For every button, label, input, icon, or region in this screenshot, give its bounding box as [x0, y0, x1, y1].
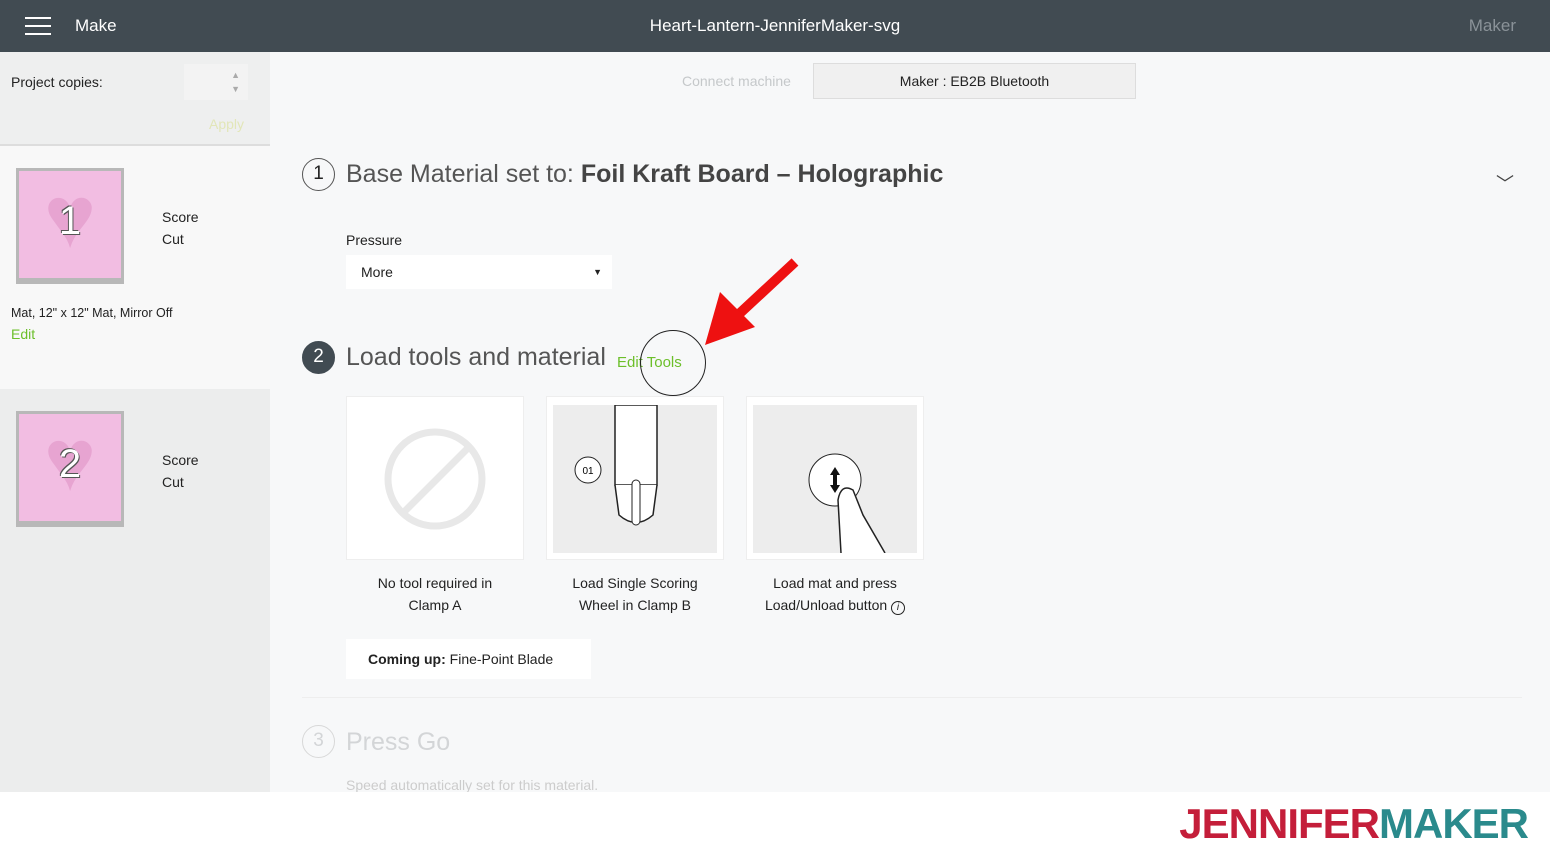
tool-card-clamp-b: 01	[546, 396, 724, 560]
project-copies-panel: Project copies: ▲ ▼ Apply	[0, 52, 270, 146]
coming-up-panel: Coming up: Fine-Point Blade	[346, 639, 591, 679]
speed-note: Speed automatically set for this materia…	[346, 777, 599, 793]
mat-thumbnail[interactable]: ♥ 1	[16, 168, 124, 284]
connect-machine-label: Connect machine	[682, 73, 791, 89]
pressure-select[interactable]: More ▼	[346, 255, 612, 289]
stepper-down-icon[interactable]: ▼	[231, 84, 240, 94]
main-panel: Connect machine Maker : EB2B Bluetooth 1…	[270, 52, 1550, 793]
tool-caption: Load mat and press Load/Unload button i	[735, 572, 935, 616]
mat-item-2[interactable]: ♥ 2 Score Cut	[0, 389, 270, 539]
project-title: Heart-Lantern-JenniferMaker-svg	[649, 16, 901, 35]
no-tool-icon	[384, 428, 486, 530]
tool-card-load-mat	[746, 396, 924, 560]
stepper-up-icon[interactable]: ▲	[231, 70, 240, 80]
copies-label: Project copies:	[11, 74, 103, 90]
mat-item-1[interactable]: ♥ 1 Score Cut Mat, 12" x 12" Mat, Mirror O…	[0, 146, 270, 389]
top-bar: Make Heart-Lantern-JenniferMaker-svg Mak…	[0, 0, 1550, 52]
mat-thumbnail[interactable]: ♥ 2	[16, 411, 124, 527]
tool-card-clamp-a	[346, 396, 524, 560]
step-1-badge: 1	[302, 158, 335, 191]
apply-button[interactable]: Apply	[209, 116, 244, 132]
load-button-icon	[808, 453, 886, 554]
mat-operations: Score Cut	[162, 209, 199, 247]
divider	[302, 697, 1522, 698]
jennifermaker-logo: JENNIFERMAKER	[1179, 800, 1529, 847]
info-icon[interactable]: i	[891, 601, 906, 615]
account-name[interactable]: Maker	[1469, 16, 1516, 36]
red-arrow-annotation	[705, 258, 799, 345]
scoring-wheel-icon: 01	[574, 404, 658, 526]
mat-operations: Score Cut	[162, 452, 199, 490]
footer: JENNIFERMAKER	[0, 792, 1550, 853]
cursor-highlight	[640, 330, 706, 396]
machine-selector[interactable]: Maker : EB2B Bluetooth	[813, 63, 1136, 99]
step-1-heading: Base Material set to: Foil Kraft Board –…	[346, 160, 944, 188]
pressure-label: Pressure	[346, 232, 403, 248]
svg-text:01: 01	[582, 466, 594, 477]
sidebar: Project copies: ▲ ▼ Apply ♥ 1 Score Cut Ma…	[0, 52, 270, 792]
step-3-heading: Press Go	[346, 728, 451, 756]
step-3-badge: 3	[302, 725, 335, 758]
tool-caption: No tool required in Clamp A	[377, 575, 493, 613]
step-2-heading: Load tools and material	[346, 343, 606, 371]
tool-caption: Load Single Scoring Wheel in Clamp B	[572, 575, 698, 613]
mat-info: Mat, 12" x 12" Mat, Mirror Off	[11, 306, 173, 320]
step-2-badge: 2	[302, 341, 335, 374]
caret-down-icon: ▼	[593, 267, 602, 277]
chevron-down-icon[interactable]: ﹀	[1496, 170, 1514, 196]
copies-stepper[interactable]: ▲ ▼	[184, 64, 248, 100]
mat-edit-link[interactable]: Edit	[11, 326, 35, 342]
